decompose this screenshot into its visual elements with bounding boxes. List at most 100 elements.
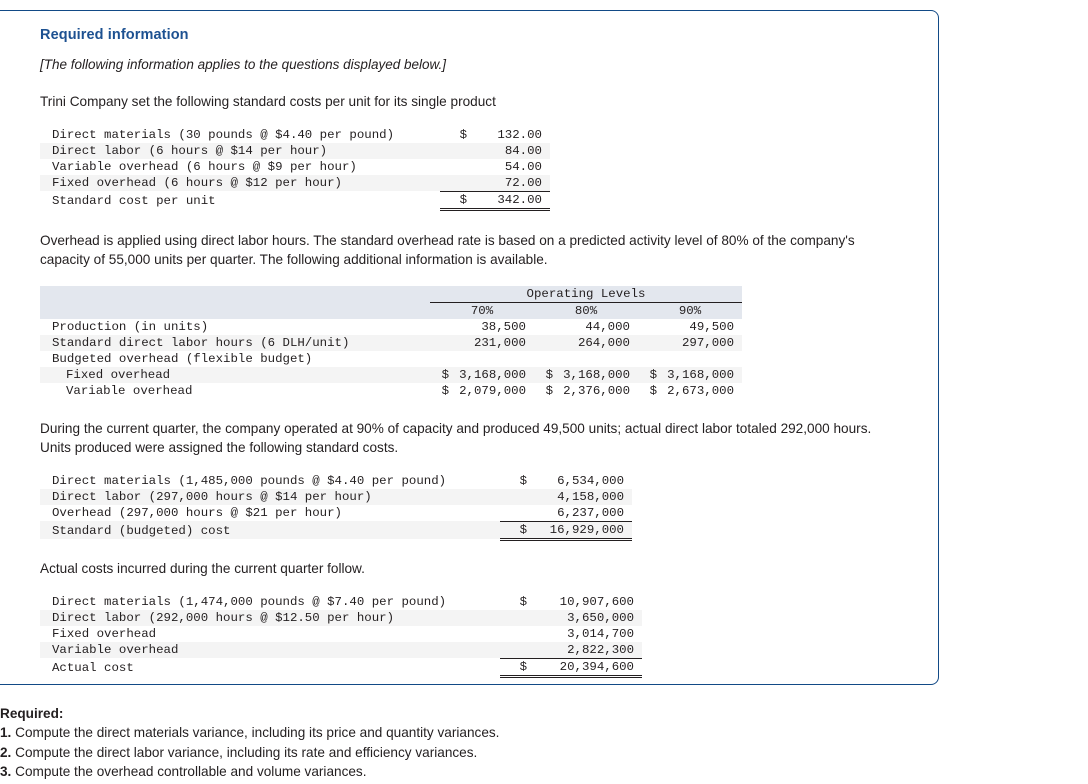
table-total-row: Actual cost $ 20,394,600 — [40, 657, 642, 678]
table-row: Direct materials (30 pounds @ $4.40 per … — [40, 127, 550, 143]
question-page: Required information [The following info… — [0, 0, 1088, 784]
required-item: 3. Compute the overhead controllable and… — [0, 762, 700, 781]
row-currency-70 — [430, 335, 452, 351]
table-row: Direct materials (1,485,000 pounds @ $4.… — [40, 473, 632, 489]
row-label: Direct materials (1,485,000 pounds @ $4.… — [52, 473, 447, 488]
row-value-70: 3,168,000 — [459, 368, 526, 383]
table-row: Fixed overhead 3,014,700 — [40, 626, 642, 642]
row-value-70: 231,000 — [473, 336, 526, 351]
total-value: 342.00 — [470, 190, 550, 211]
row-value: 54.00 — [504, 159, 542, 174]
row-label: Variable overhead (6 hours @ $9 per hour… — [52, 159, 357, 174]
standard-budgeted-cost-table: Direct materials (1,485,000 pounds @ $4.… — [40, 473, 632, 541]
row-label: Fixed overhead — [52, 626, 157, 641]
row-currency — [500, 642, 530, 659]
column-header-row: 70% 80% 90% — [40, 302, 743, 320]
required-section: Required: 1. Compute the direct material… — [0, 704, 700, 781]
required-heading: Required: — [0, 706, 64, 721]
row-label: Production (in units) — [52, 320, 209, 335]
row-value-70: 2,079,000 — [459, 384, 526, 399]
column-header-spacer — [40, 303, 430, 320]
required-item: 1. Compute the direct materials variance… — [0, 723, 700, 742]
intro-paragraph: Trini Company set the following standard… — [40, 94, 496, 109]
required-item: 2. Compute the direct labor variance, in… — [0, 743, 700, 762]
row-value-70: 38,500 — [481, 320, 526, 335]
row-value: 4,158,000 — [557, 489, 624, 504]
table-row: Fixed overhead (6 hours @ $12 per hour) … — [40, 174, 550, 192]
row-currency — [440, 175, 470, 192]
required-item-text: Compute the direct labor variance, inclu… — [15, 744, 478, 760]
table-total-row: Standard (budgeted) cost $ 16,929,000 — [40, 520, 632, 541]
required-item-number: 3. — [0, 763, 12, 779]
row-currency-80 — [534, 351, 556, 367]
standard-cost-table: Direct materials (30 pounds @ $4.40 per … — [40, 127, 550, 211]
overhead-paragraph: Overhead is applied using direct labor h… — [40, 232, 855, 267]
row-value: 10,907,600 — [559, 594, 634, 609]
row-currency — [440, 159, 470, 175]
row-currency — [440, 143, 470, 159]
table-row: Fixed overhead $ 3,168,000 $ 3,168,000 $… — [40, 367, 743, 384]
operating-levels-table: Operating Levels 70% 80% 90% Production … — [40, 286, 743, 399]
total-value: 16,929,000 — [530, 520, 632, 541]
standard-budgeted-rows: Direct materials (1,485,000 pounds @ $4.… — [40, 473, 632, 541]
row-label: Direct labor (292,000 hours @ $12.50 per… — [52, 610, 395, 625]
row-currency-70 — [430, 351, 452, 367]
row-currency-90: $ — [649, 368, 657, 383]
row-currency-70: $ — [441, 384, 449, 399]
row-currency — [500, 505, 530, 522]
row-value: 6,237,000 — [557, 505, 624, 520]
row-value: 72.00 — [504, 175, 542, 190]
required-item-text: Compute the direct materials variance, i… — [15, 725, 500, 741]
row-label: Fixed overhead — [66, 368, 171, 383]
row-currency: $ — [519, 594, 527, 609]
row-value-80: 264,000 — [577, 336, 630, 351]
row-currency: $ — [459, 127, 467, 142]
row-label: Direct materials (1,474,000 pounds @ $7.… — [52, 594, 447, 609]
table-row: Variable overhead $ 2,079,000 $ 2,376,00… — [40, 383, 742, 399]
table-row: Direct materials (1,474,000 pounds @ $7.… — [40, 594, 642, 610]
row-value: 2,822,300 — [567, 642, 634, 657]
row-value: 6,534,000 — [557, 473, 624, 488]
table-row: Budgeted overhead (flexible budget) — [40, 351, 742, 367]
row-value: 3,650,000 — [567, 610, 634, 625]
row-value: 3,014,700 — [567, 626, 634, 641]
row-currency — [500, 626, 530, 642]
row-currency-70 — [430, 319, 452, 335]
row-value-90: 49,500 — [689, 320, 735, 335]
total-currency: $ — [500, 657, 530, 678]
row-value-90: 2,673,000 — [667, 384, 735, 399]
row-currency-80: $ — [545, 368, 553, 383]
total-currency: $ — [500, 520, 530, 541]
row-value-80 — [556, 351, 638, 367]
row-label: Direct materials (30 pounds @ $4.40 per … — [52, 127, 395, 142]
column-header-90: 90% — [678, 304, 702, 319]
row-value-90: 3,168,000 — [667, 368, 735, 383]
table-row: Direct labor (297,000 hours @ $14 per ho… — [40, 488, 632, 505]
row-label: Variable overhead — [52, 643, 179, 657]
row-currency-80: $ — [545, 384, 553, 399]
total-value: 20,394,600 — [530, 657, 642, 678]
total-currency: $ — [440, 190, 470, 211]
row-currency-80 — [534, 335, 556, 351]
row-currency-90 — [638, 319, 660, 335]
group-header-label: Operating Levels — [430, 286, 743, 304]
group-header-row: Operating Levels — [40, 286, 743, 304]
actual-cost-rows: Direct materials (1,474,000 pounds @ $7.… — [40, 594, 642, 678]
table-row: Variable overhead (6 hours @ $9 per hour… — [40, 159, 550, 175]
standard-cost-rows: Direct materials (30 pounds @ $4.40 per … — [40, 127, 550, 211]
row-currency — [500, 489, 530, 505]
required-information-panel: Required information [The following info… — [0, 10, 939, 685]
table-row: Direct labor (6 hours @ $14 per hour) 84… — [40, 142, 550, 159]
row-label: Direct labor (6 hours @ $14 per hour) — [52, 143, 328, 158]
row-label: Fixed overhead (6 hours @ $12 per hour) — [52, 176, 342, 191]
row-value-80: 44,000 — [585, 320, 630, 335]
row-label: Budgeted overhead (flexible budget) — [52, 352, 313, 367]
operating-levels-rows: Production (in units) 38,500 44,000 49,5… — [40, 319, 743, 399]
row-value: 84.00 — [504, 143, 542, 158]
row-value-70 — [452, 351, 534, 367]
table-row: Variable overhead 2,822,300 — [40, 641, 642, 659]
required-item-text: Compute the overhead controllable and vo… — [15, 763, 367, 779]
actual-cost-table: Direct materials (1,474,000 pounds @ $7.… — [40, 594, 642, 678]
operating-levels-header: Operating Levels 70% 80% 90% — [40, 286, 743, 320]
row-label: Standard direct labor hours (6 DLH/unit) — [52, 336, 350, 351]
